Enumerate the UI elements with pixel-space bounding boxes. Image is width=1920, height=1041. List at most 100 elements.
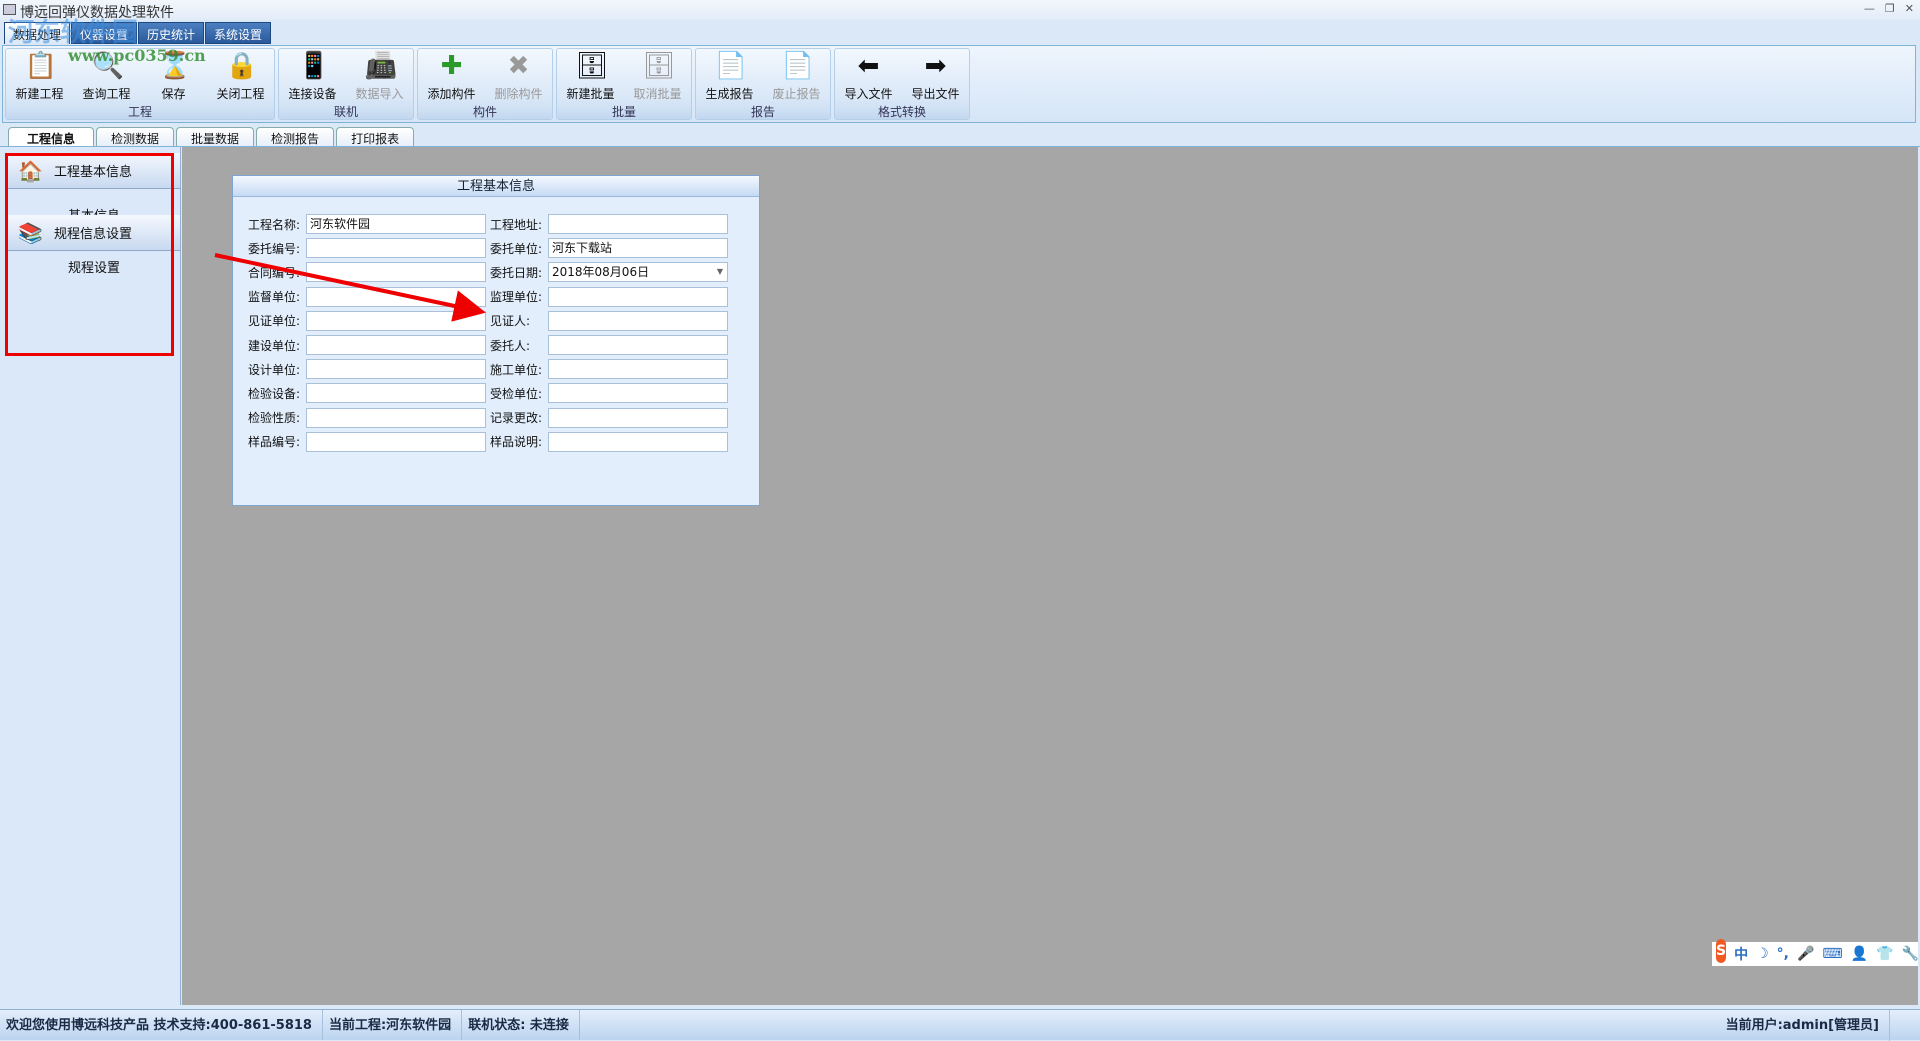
form-row: 检验性质: 记录更改: [248, 407, 732, 428]
field-input[interactable]: 2018年08月06日 ▼ [548, 262, 728, 283]
ribbon-button[interactable]: 📋 新建工程 [6, 49, 73, 105]
ribbon-button[interactable]: 📱 连接设备 [279, 49, 346, 105]
ribbon-group: ⬅ 导入文件 ➡ 导出文件 格式转换 [834, 48, 970, 120]
field-input[interactable] [548, 286, 728, 307]
menu-tab[interactable]: 系统设置 [205, 22, 272, 44]
field-label: 工程名称: [248, 217, 301, 232]
field-label: 见证人: [490, 314, 531, 329]
status-welcome: 欢迎您使用博远科技产品 技术支持:400-861-5818 [0, 1010, 323, 1040]
menu-tab[interactable]: 数据处理 [4, 22, 71, 44]
field-input[interactable] [306, 383, 486, 404]
sogou-logo-icon[interactable]: S [1716, 939, 1727, 963]
ribbon-group: 📋 新建工程 🔍 查询工程 ⌛ 保存 🔒 关闭工程 工程 [5, 48, 275, 120]
save-icon: ⌛ [158, 51, 191, 81]
field-input[interactable] [306, 262, 486, 283]
field-input[interactable] [548, 310, 728, 331]
field-input[interactable] [306, 407, 486, 428]
ribbon-group: 🗄 新建批量 🗄 取消批量 批量 [556, 48, 692, 120]
ribbon-button[interactable]: 📄 生成报告 [696, 49, 763, 105]
ime-button[interactable]: °, [1777, 946, 1789, 962]
ribbon-group-label: 批量 [557, 105, 691, 119]
ribbon-button[interactable]: 📠 数据导入 [346, 49, 413, 105]
report-cancel-icon: 📄 [781, 51, 814, 81]
dropdown-arrow-icon[interactable]: ▼ [717, 263, 723, 281]
field-label: 受检单位: [490, 386, 543, 401]
doc-tab[interactable]: 打印报表 [336, 127, 415, 147]
menu-tab[interactable]: 仪器设置 [71, 22, 138, 44]
ribbon-button-label: 生成报告 [705, 87, 754, 101]
ime-button[interactable]: 👤 [1851, 946, 1868, 962]
ime-button[interactable]: ⌨ [1822, 946, 1842, 962]
ribbon-button[interactable]: 🗄 取消批量 [624, 49, 691, 105]
ribbon-button-label: 连接设备 [288, 87, 337, 101]
status-current-project: 当前工程:河东软件园 [323, 1010, 463, 1040]
form-row: 样品编号: 样品说明: [248, 431, 732, 452]
form-row: 委托编号: 委托单位: 河东下载站 [248, 238, 732, 259]
minimize-button[interactable]: — [1864, 2, 1875, 15]
ribbon-group-buttons: 🗄 新建批量 🗄 取消批量 [557, 49, 691, 105]
doc-tab[interactable]: 工程信息 [8, 127, 95, 147]
report-add-icon: 📄 [714, 51, 747, 81]
doc-tab[interactable]: 批量数据 [176, 127, 255, 147]
project-info-form: 工程基本信息 工程名称: 河东软件园 工程地址: 委托编号: 委托单位: 河东下载站 合同编… [232, 175, 760, 506]
query-project-icon: 🔍 [91, 51, 124, 81]
document-tabs: 工程信息 检测数据 批量数据 检测报告 打印报表 [8, 127, 416, 147]
doc-tab[interactable]: 检测数据 [96, 127, 175, 147]
field-input[interactable] [306, 238, 486, 259]
annotation-highlight-box [5, 153, 174, 356]
doc-tab[interactable]: 检测报告 [256, 127, 335, 147]
title-bar: 博远回弹仪数据处理软件 — ❐ ✕ [0, 0, 1920, 21]
field-input[interactable]: 河东下载站 [548, 238, 728, 259]
field-label: 委托人: [490, 338, 531, 353]
field-input[interactable] [306, 431, 486, 452]
maximize-button[interactable]: ❐ [1885, 2, 1895, 15]
close-button[interactable]: ✕ [1905, 2, 1914, 15]
ime-button[interactable]: 🎤 [1797, 946, 1814, 962]
ribbon-button[interactable]: 🔍 查询工程 [73, 49, 140, 105]
ime-button[interactable]: 👕 [1876, 946, 1893, 962]
field-input[interactable] [548, 383, 728, 404]
database-add-icon: 🗄 [575, 51, 609, 81]
field-input[interactable] [548, 335, 728, 355]
x-icon: ✖ [507, 51, 530, 81]
ribbon-group-buttons: ✚ 添加构件 ✖ 删除构件 [418, 49, 552, 105]
field-input[interactable] [306, 335, 486, 355]
field-label: 样品编号: [248, 435, 301, 450]
field-label: 委托单位: [490, 241, 543, 256]
ribbon-button-label: 保存 [161, 87, 186, 101]
ribbon-button[interactable]: 🗄 新建批量 [557, 49, 624, 105]
field-input[interactable]: 河东软件园 [306, 214, 486, 234]
ime-button[interactable]: 中 [1734, 944, 1748, 964]
field-label: 样品说明: [490, 435, 543, 450]
status-bar: 欢迎您使用博远科技产品 技术支持:400-861-5818 当前工程:河东软件园… [0, 1009, 1920, 1041]
field-input[interactable] [548, 431, 728, 452]
ribbon-group-buttons: ⬅ 导入文件 ➡ 导出文件 [835, 49, 969, 105]
field-input[interactable] [306, 359, 486, 380]
ribbon-button[interactable]: ⬅ 导入文件 [835, 49, 902, 105]
field-label: 建设单位: [248, 338, 301, 353]
menu-tabs: 数据处理 仪器设置 历史统计 系统设置 [4, 22, 272, 44]
ribbon-button[interactable]: ⌛ 保存 [140, 49, 207, 105]
field-label: 监理单位: [490, 290, 543, 305]
database-remove-icon: 🗄 [642, 51, 676, 81]
ribbon-button[interactable]: ✚ 添加构件 [418, 49, 485, 105]
ribbon-button[interactable]: ➡ 导出文件 [902, 49, 969, 105]
field-input[interactable] [548, 359, 728, 380]
plus-icon: ✚ [440, 51, 463, 81]
menu-tab[interactable]: 历史统计 [138, 22, 205, 44]
ribbon-group-buttons: 📱 连接设备 📠 数据导入 [279, 49, 413, 105]
field-input[interactable] [548, 214, 728, 234]
ime-button[interactable]: 🔧 [1902, 946, 1919, 962]
ribbon-button[interactable]: 🔒 关闭工程 [207, 49, 274, 105]
field-label: 记录更改: [490, 411, 543, 426]
field-input[interactable] [306, 286, 486, 307]
field-input[interactable] [548, 407, 728, 428]
connect-device-icon: 📱 [297, 51, 330, 81]
ribbon-button[interactable]: 📄 废止报告 [763, 49, 830, 105]
ribbon-button[interactable]: ✖ 删除构件 [485, 49, 552, 105]
field-input[interactable] [306, 310, 486, 331]
ime-button[interactable]: ☽ [1756, 946, 1769, 962]
window-title: 博远回弹仪数据处理软件 [20, 5, 174, 21]
ribbon-group-label: 格式转换 [835, 105, 969, 119]
import-file-icon: ⬅ [857, 51, 880, 81]
